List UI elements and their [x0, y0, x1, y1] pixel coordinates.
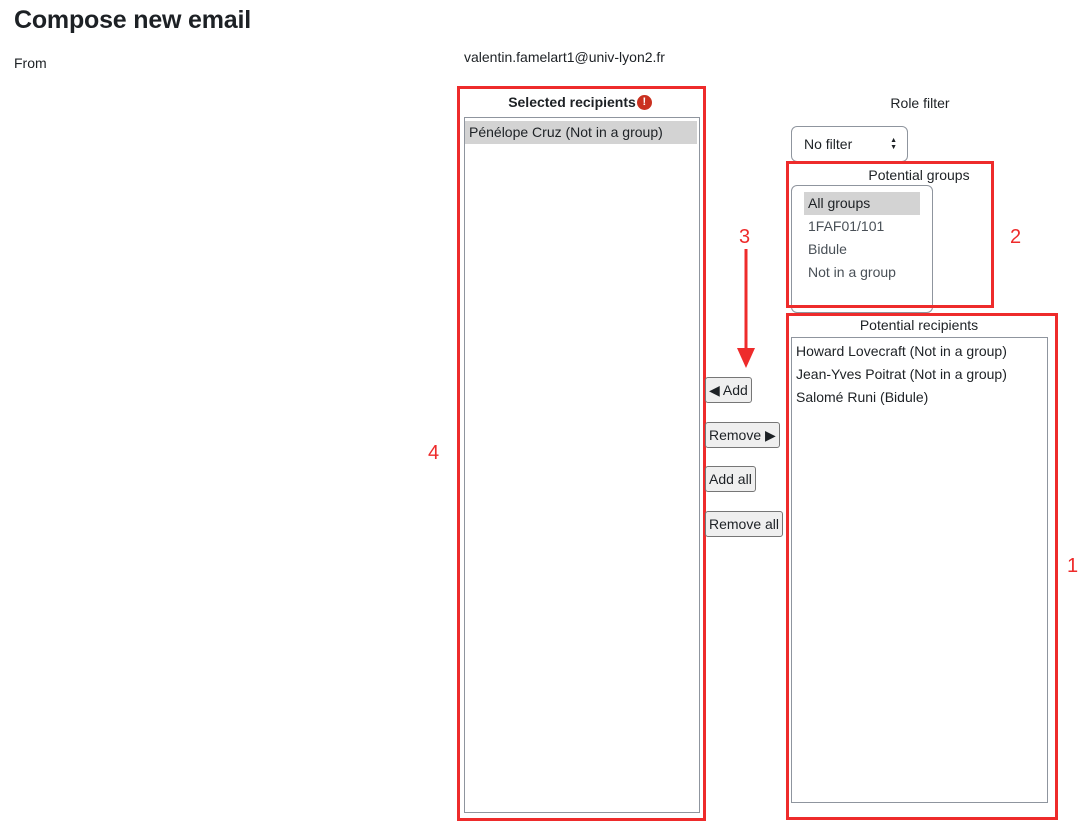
select-arrows-icon: ▲ ▼ — [890, 137, 897, 151]
annotation-number-3: 3 — [739, 226, 751, 248]
add-button[interactable]: ◀ Add — [705, 377, 752, 403]
remove-all-button[interactable]: Remove all — [705, 511, 784, 537]
from-value: valentin.famelart1@univ-lyon2.fr — [464, 49, 665, 65]
annotation-box-1 — [786, 313, 1058, 820]
add-all-button[interactable]: Add all — [705, 466, 756, 492]
role-filter-value: No filter — [804, 136, 853, 152]
arrow-down-icon — [737, 249, 755, 368]
role-filter-label: Role filter — [890, 95, 950, 111]
annotation-number-4: 4 — [428, 442, 440, 464]
annotation-box-4 — [457, 86, 706, 821]
annotation-box-2 — [786, 161, 994, 308]
page-title: Compose new email — [14, 6, 251, 34]
annotation-number-2: 2 — [1010, 226, 1022, 248]
from-label: From — [14, 55, 47, 71]
remove-button[interactable]: Remove ▶ — [705, 422, 780, 448]
role-filter-select[interactable]: No filter ▲ ▼ — [791, 126, 908, 162]
annotation-number-1: 1 — [1067, 555, 1079, 577]
